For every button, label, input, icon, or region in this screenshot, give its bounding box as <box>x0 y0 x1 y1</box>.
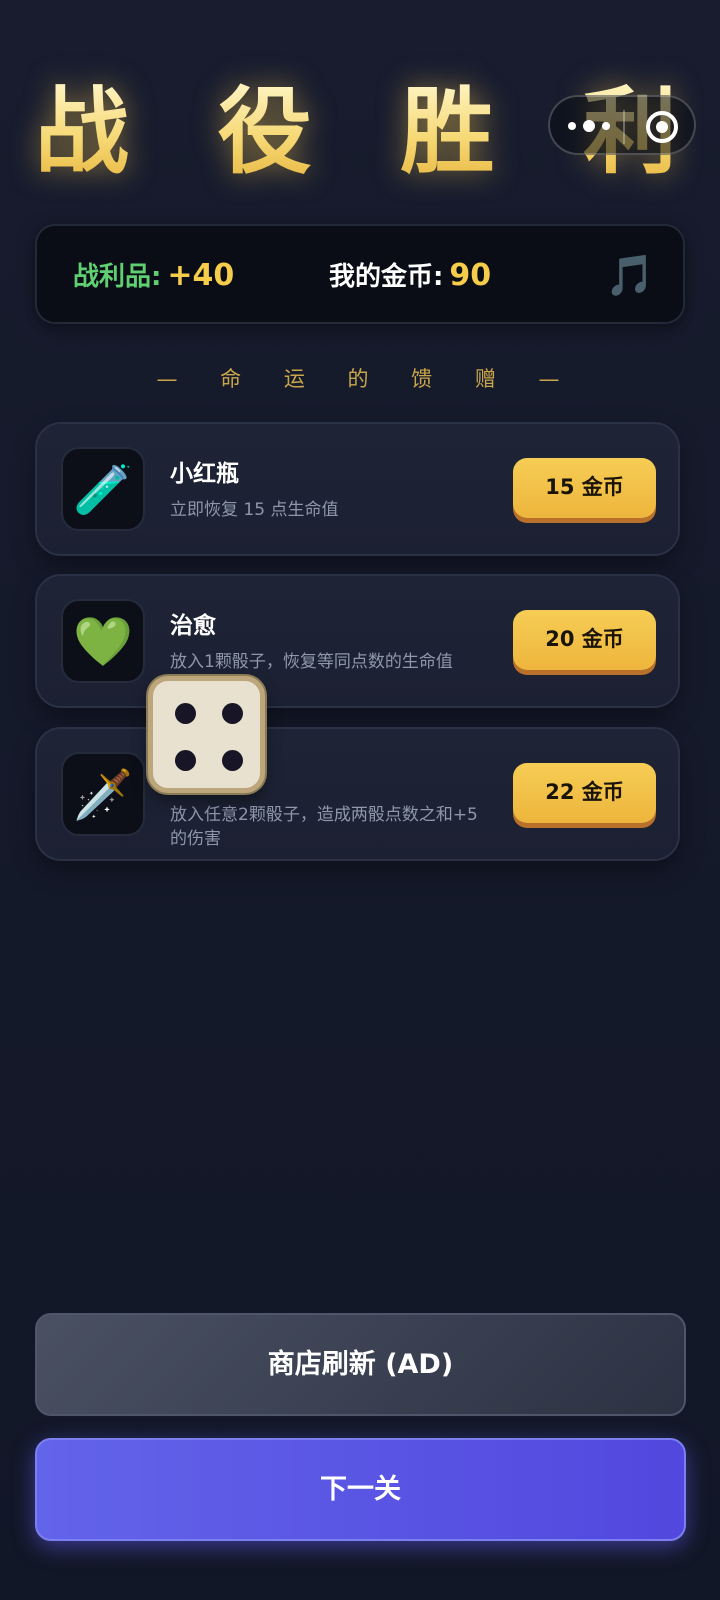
dice-pip <box>222 750 243 771</box>
coins-value: 90 <box>449 258 492 293</box>
more-menu-icon[interactable] <box>568 112 610 140</box>
buy-button[interactable]: 22 金币 <box>513 763 656 823</box>
next-level-button[interactable]: 下一关 <box>35 1438 686 1541</box>
item-description: 立即恢复 15 点生命值 <box>170 500 339 520</box>
item-name: 治愈 <box>170 613 216 639</box>
dice-pip <box>175 750 196 771</box>
loot-display: 战利品: +40 <box>73 256 234 297</box>
capsule-divider <box>623 110 625 144</box>
dice-pip <box>222 703 243 724</box>
buy-button[interactable]: 15 金币 <box>513 458 656 518</box>
loot-label: 战利品: <box>73 262 162 292</box>
item-description: 放入任意2颗骰子，造成两骰点数之和+5的伤害 <box>170 805 478 849</box>
shop-item-card: 🧪 小红瓶 立即恢复 15 点生命值 15 金币 <box>35 422 680 556</box>
potion-icon: 🧪 <box>61 447 145 531</box>
music-toggle-icon[interactable]: 🎵 <box>605 252 655 300</box>
stats-bar: 战利品: +40 我的金币: 90 🎵 <box>35 224 685 324</box>
buy-button[interactable]: 20 金币 <box>513 610 656 670</box>
item-description: 放入1颗骰子，恢复等同点数的生命值 <box>170 652 453 672</box>
shop-item-card: 💚 治愈 放入1颗骰子，恢复等同点数的生命值 20 金币 <box>35 574 680 708</box>
coins-display: 我的金币: 90 <box>329 256 491 297</box>
dice-pip <box>175 703 196 724</box>
item-name: 小红瓶 <box>170 461 239 487</box>
coins-label: 我的金币: <box>329 262 444 292</box>
miniprogram-capsule <box>548 95 696 155</box>
draggable-dice[interactable] <box>148 676 265 793</box>
green-heart-icon: 💚 <box>61 599 145 683</box>
section-title: — 命 运 的 馈 赠 — <box>156 367 578 391</box>
shop-item-card: 🗡️ 巨剑 放入任意2颗骰子，造成两骰点数之和+5的伤害 22 金币 <box>35 727 680 861</box>
loot-value: +40 <box>167 258 235 293</box>
dagger-icon: 🗡️ <box>61 752 145 836</box>
shop-refresh-button[interactable]: 商店刷新 (AD) <box>35 1313 686 1416</box>
close-target-icon[interactable] <box>646 111 678 143</box>
